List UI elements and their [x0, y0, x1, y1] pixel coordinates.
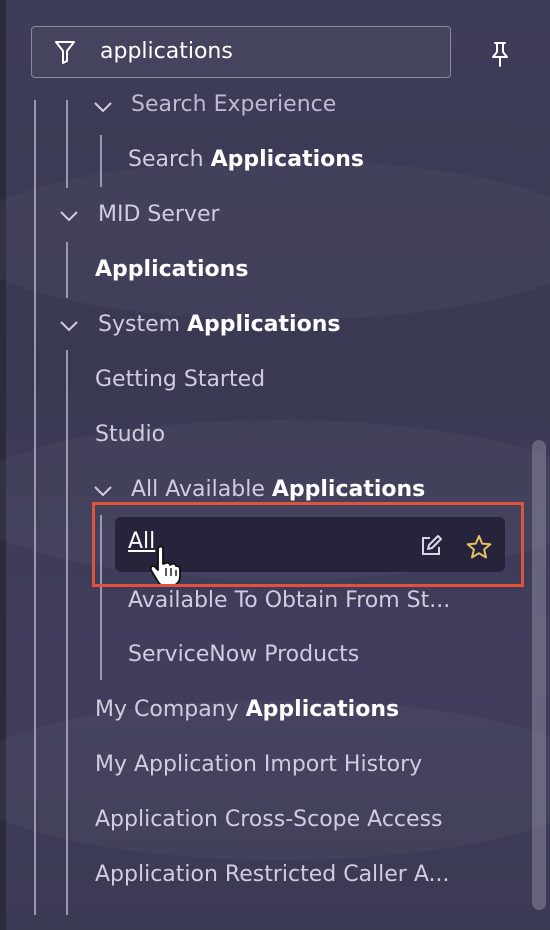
nav-item-getting-started[interactable]: Getting Started [95, 367, 265, 392]
nav-item-available-to-obtain[interactable]: Available To Obtain From St... [128, 588, 450, 613]
nav-item-search-applications[interactable]: Search Applications [128, 147, 364, 172]
nav-item-label: My Company [95, 697, 246, 722]
nav-item-mid-applications[interactable]: Applications [95, 257, 248, 282]
highlight-box [92, 502, 524, 587]
chevron-down-icon[interactable] [58, 209, 80, 223]
nav-item-import-history[interactable]: My Application Import History [95, 752, 422, 777]
nav-item-servicenow-products[interactable]: ServiceNow Products [128, 642, 359, 667]
filter-icon [55, 41, 75, 64]
filter-search-box[interactable] [31, 26, 451, 78]
tree-guide-line [66, 100, 68, 188]
nav-item-label: System [98, 312, 188, 337]
nav-item-match: Applications [187, 312, 341, 337]
chevron-down-icon[interactable] [58, 319, 80, 333]
tree-guide-line [66, 350, 68, 915]
nav-item-cross-scope-access[interactable]: Application Cross-Scope Access [95, 807, 443, 832]
chevron-down-icon[interactable] [92, 100, 114, 114]
tree-guide-line [66, 242, 68, 298]
tree-guide-line [34, 100, 36, 915]
nav-item-my-company-applications[interactable]: My Company Applications [95, 697, 399, 722]
chevron-down-icon[interactable] [92, 484, 114, 498]
nav-item-label: All Available [131, 477, 272, 502]
background-wave [0, 700, 550, 860]
nav-item-restricted-caller[interactable]: Application Restricted Caller A... [95, 862, 450, 887]
navigator-panel: Search Experience Search Applications MI… [0, 0, 550, 930]
pin-icon[interactable] [488, 40, 512, 68]
nav-item-label: Search [128, 147, 211, 172]
tree-guide-line [100, 135, 102, 187]
nav-item-match: Applications [95, 257, 249, 282]
nav-item-all-available-applications[interactable]: All Available Applications [131, 477, 425, 502]
nav-item-system-applications[interactable]: System Applications [98, 312, 340, 337]
scrollbar-thumb[interactable] [532, 440, 546, 910]
nav-item-search-experience[interactable]: Search Experience [131, 92, 336, 117]
nav-item-match: Applications [271, 477, 426, 502]
filter-search-input[interactable] [100, 39, 430, 64]
nav-item-mid-server[interactable]: MID Server [98, 202, 220, 227]
nav-item-match: Applications [245, 697, 400, 722]
background-wave [0, 160, 550, 320]
nav-item-match: Applications [210, 147, 364, 172]
nav-item-studio[interactable]: Studio [95, 422, 165, 447]
